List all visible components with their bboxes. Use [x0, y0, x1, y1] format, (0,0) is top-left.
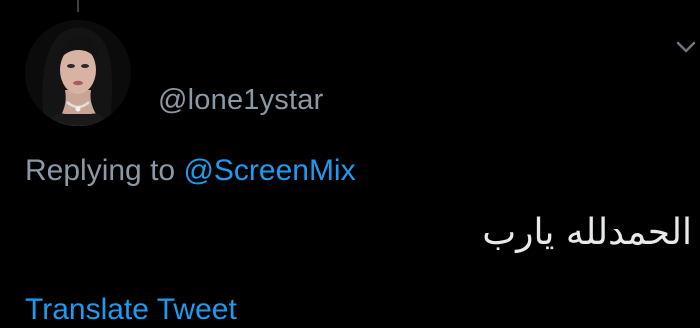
replying-to-label: Replying to [25, 154, 176, 187]
replying-to-mention[interactable]: @ScreenMix [183, 154, 355, 187]
replying-to-line: Replying to @ScreenMix [25, 152, 356, 190]
chevron-down-icon[interactable] [672, 36, 700, 60]
tweet-text: الحمدلله يارب [482, 212, 692, 253]
translate-tweet-link[interactable]: Translate Tweet [25, 292, 237, 328]
thread-connector-line [77, 0, 79, 12]
user-handle[interactable]: @lone1ystar [158, 82, 323, 118]
avatar-image [25, 20, 131, 126]
avatar[interactable] [25, 20, 131, 126]
